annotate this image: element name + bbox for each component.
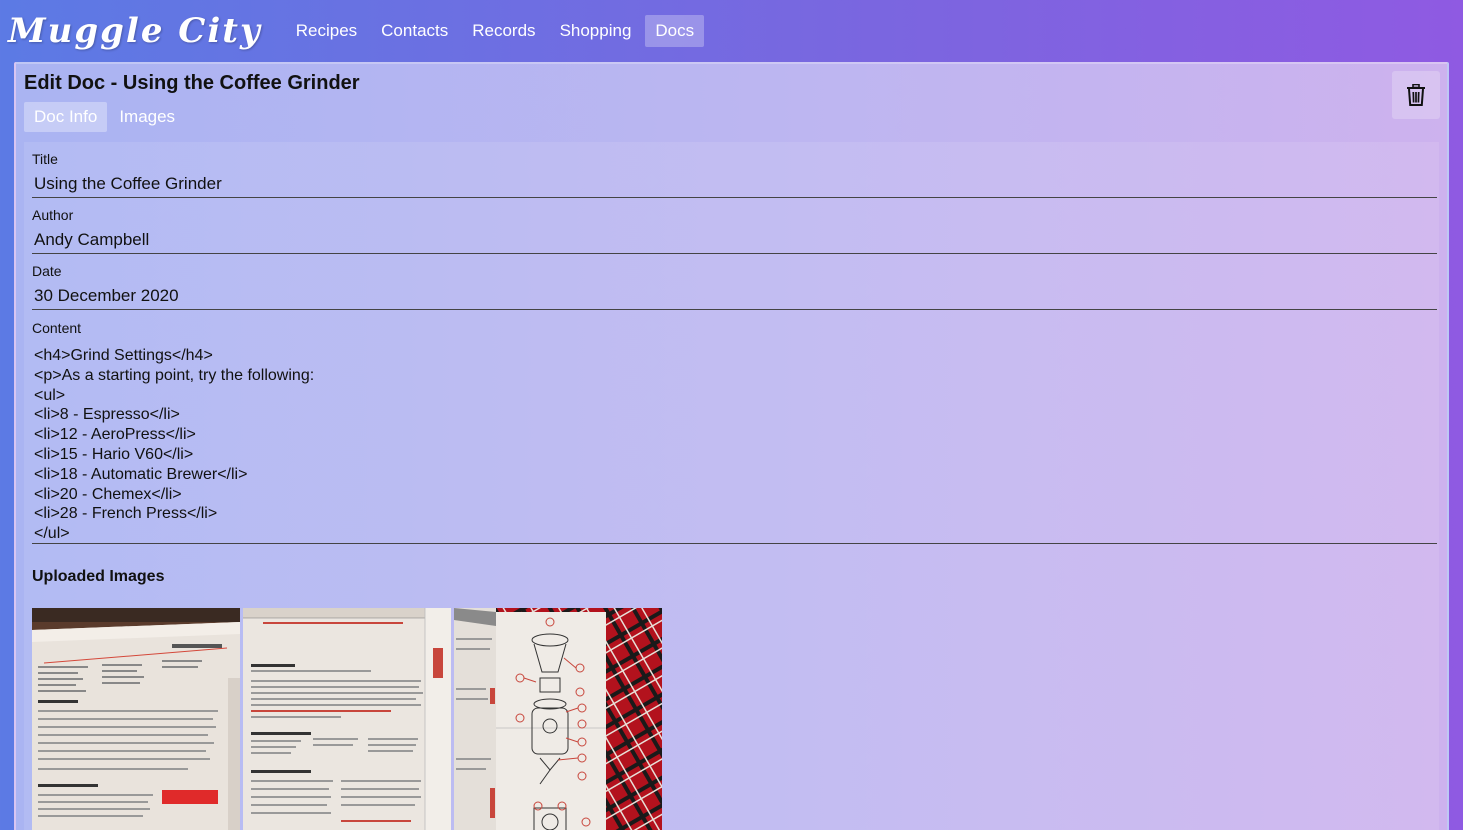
title-label: Title: [32, 151, 58, 167]
doc-tabs: Doc Info Images: [24, 102, 185, 132]
uploaded-images-gallery: [32, 608, 662, 830]
programming-instructions-image: [243, 608, 451, 830]
page-title: Edit Doc - Using the Coffee Grinder: [24, 72, 360, 94]
date-field[interactable]: [32, 282, 1437, 310]
author-label: Author: [32, 207, 74, 223]
nav-item-docs[interactable]: Docs: [645, 15, 705, 47]
nav-item-records[interactable]: Records: [462, 15, 545, 47]
image-thumbnail-grinder-diagram[interactable]: [454, 608, 662, 830]
content-textarea[interactable]: [32, 344, 1437, 544]
nav-item-shopping[interactable]: Shopping: [550, 15, 642, 47]
quick-start-guide-image: [32, 608, 240, 830]
date-label: Date: [32, 263, 62, 279]
title-field[interactable]: [32, 170, 1437, 198]
tab-images[interactable]: Images: [109, 102, 185, 132]
grinder-diagram-image: [454, 608, 662, 830]
top-navigation-bar: Muggle City Recipes Contacts Records Sho…: [0, 0, 1463, 62]
uploaded-images-heading: Uploaded Images: [32, 568, 165, 585]
tab-doc-info[interactable]: Doc Info: [24, 102, 108, 132]
image-thumbnail-quick-start-guide[interactable]: [32, 608, 240, 830]
main-nav: Recipes Contacts Records Shopping Docs: [286, 15, 705, 47]
edit-doc-panel: Edit Doc - Using the Coffee Grinder Doc …: [14, 62, 1449, 830]
doc-info-form: Title Author Date Content Uploaded Image…: [24, 142, 1439, 830]
content-label: Content: [32, 320, 82, 336]
nav-item-contacts[interactable]: Contacts: [371, 15, 458, 47]
image-thumbnail-programming[interactable]: [243, 608, 451, 830]
trash-icon: [1407, 84, 1425, 106]
author-field[interactable]: [32, 226, 1437, 254]
delete-doc-button[interactable]: [1392, 71, 1440, 119]
nav-item-recipes[interactable]: Recipes: [286, 15, 367, 47]
app-logo[interactable]: Muggle City: [8, 11, 262, 51]
